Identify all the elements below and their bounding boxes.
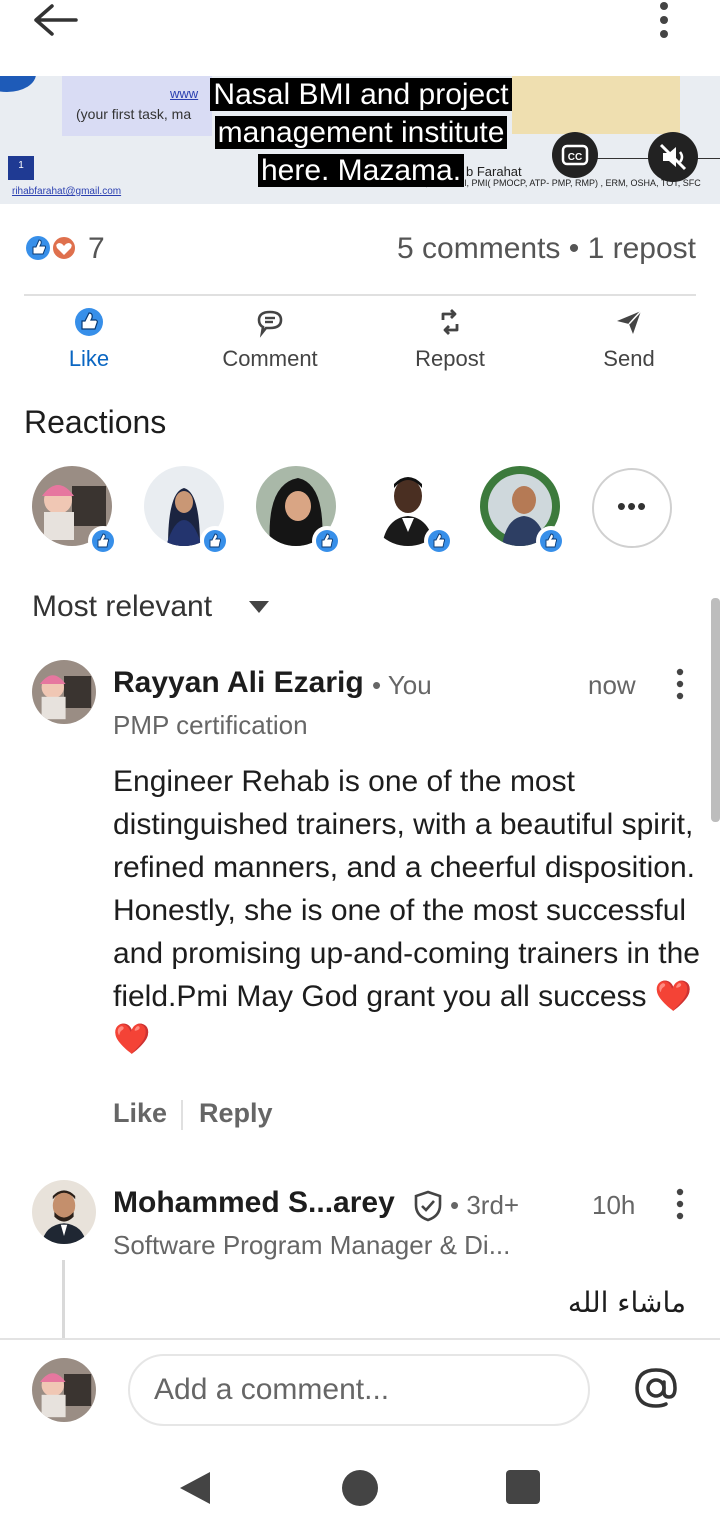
comment-relation: • 3rd+ <box>450 1190 520 1220</box>
like-reaction-icon <box>312 526 342 556</box>
slide-panel-yellow <box>512 76 680 134</box>
caret-down-icon[interactable] <box>248 600 270 614</box>
slide-task-text: (your first task, ma <box>76 106 192 122</box>
reactor-avatar[interactable] <box>368 466 454 556</box>
reactions-heading: Reactions <box>24 404 167 440</box>
more-reactions-button[interactable]: ••• <box>592 468 672 548</box>
cc-icon: CC <box>561 144 589 166</box>
more-options-icon[interactable] <box>652 0 676 44</box>
caption-line: here. Mazama. <box>257 154 465 187</box>
comment-icon <box>257 310 283 338</box>
divider <box>0 1338 720 1340</box>
repost-icon <box>441 309 459 335</box>
slide-link-text: www <box>170 86 199 101</box>
mention-at-icon[interactable] <box>632 1364 680 1412</box>
comment-timestamp: 10h <box>592 1190 636 1220</box>
my-avatar[interactable] <box>32 1358 96 1422</box>
reaction-count[interactable]: 7 <box>88 232 105 266</box>
caption-line: management institute <box>214 116 508 149</box>
nav-home-icon[interactable] <box>342 1470 378 1506</box>
top-app-bar <box>0 0 720 76</box>
comment-text: ماشاء الله <box>567 1286 686 1319</box>
like-reaction-icon <box>88 526 118 556</box>
divider <box>181 1100 183 1130</box>
post-action-bar: Like Comment Repost Send <box>0 300 720 380</box>
scrollbar[interactable] <box>711 598 720 822</box>
video-caption: Nasal BMI and project management institu… <box>203 76 519 190</box>
nav-back-icon[interactable] <box>178 1470 212 1506</box>
comment-body: Engineer Rehab is one of the most distin… <box>113 760 703 1061</box>
reactor-avatar[interactable] <box>144 466 230 556</box>
comment-like-button[interactable]: Like <box>113 1098 167 1129</box>
divider <box>24 294 696 296</box>
send-icon <box>617 310 642 334</box>
comment-button[interactable]: Comment <box>190 306 350 376</box>
like-reaction-icon <box>536 526 566 556</box>
like-button[interactable]: Like <box>9 306 169 376</box>
like-label: Like <box>68 346 110 371</box>
comment-author-headline: PMP certification <box>113 710 308 740</box>
comment-options-icon[interactable] <box>674 1188 686 1220</box>
comment-author-headline: Software Program Manager & Di... <box>113 1230 511 1260</box>
mute-button[interactable] <box>648 132 698 182</box>
system-navigation-bar <box>0 1440 720 1536</box>
slide-email: rihabfarahat@gmail.com <box>12 186 122 197</box>
comment-text: Engineer Rehab is one of the most distin… <box>113 765 700 1013</box>
reactor-avatar[interactable] <box>32 466 118 556</box>
slide-decoration <box>0 76 36 92</box>
reactor-avatar[interactable] <box>256 466 342 556</box>
closed-captions-button[interactable]: CC <box>552 132 598 178</box>
verified-shield-icon <box>414 1190 442 1222</box>
reactor-avatar[interactable] <box>480 466 566 556</box>
commenter-avatar[interactable] <box>32 660 96 724</box>
add-comment-input[interactable] <box>128 1354 590 1426</box>
sort-dropdown[interactable]: Most relevant <box>32 590 212 624</box>
thumbs-up-icon <box>75 308 103 336</box>
comment-timestamp: now <box>588 670 636 700</box>
nav-recents-icon[interactable] <box>506 1470 540 1504</box>
back-arrow-icon[interactable] <box>28 0 84 44</box>
like-reaction-icon <box>200 526 230 556</box>
repost-label: Repost <box>415 346 485 371</box>
commenter-avatar[interactable] <box>32 1180 96 1244</box>
comment-author-name[interactable]: Mohammed S...arey <box>113 1186 395 1220</box>
caption-line: Nasal BMI and project <box>210 78 512 111</box>
send-label: Send <box>603 346 655 371</box>
volume-off-icon <box>659 143 687 171</box>
repost-button[interactable]: Repost <box>370 306 530 376</box>
reaction-icons[interactable] <box>24 232 80 264</box>
send-button[interactable]: Send <box>549 306 709 376</box>
slide-page-number: 1 <box>8 156 34 180</box>
thread-line <box>62 1260 65 1340</box>
comment-options-icon[interactable] <box>674 668 686 700</box>
like-reaction-icon <box>424 526 454 556</box>
comment-reply-button[interactable]: Reply <box>199 1098 273 1129</box>
comment-author-name[interactable]: Rayyan Ali Ezarig <box>113 666 364 700</box>
comment-label: Comment <box>222 346 318 371</box>
post-stats: 7 5 comments • 1 repost <box>24 226 696 276</box>
comment-relation: • You <box>372 670 432 700</box>
cc-label: CC <box>568 152 582 163</box>
comments-reposts-count[interactable]: 5 comments • 1 repost <box>397 232 696 266</box>
